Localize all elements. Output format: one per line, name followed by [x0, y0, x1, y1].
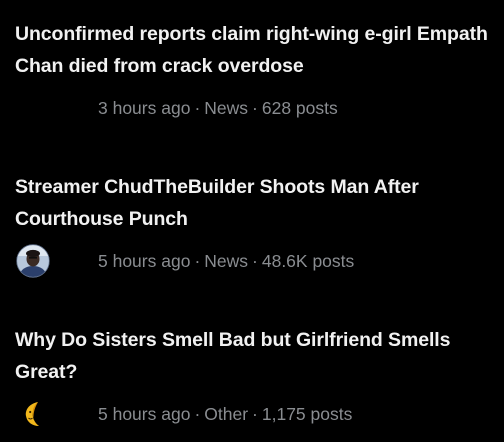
thread-meta-text: 5 hours ago · Other · 1,175 posts	[98, 402, 352, 426]
thread-item[interactable]: Unconfirmed reports claim right-wing e-g…	[0, 18, 504, 131]
thread-meta-text: 3 hours ago · News · 628 posts	[98, 96, 338, 120]
thread-post-count: 628 posts	[261, 98, 338, 118]
meta-separator: ·	[252, 98, 258, 118]
thread-title[interactable]: Why Do Sisters Smell Bad but Girlfriend …	[15, 324, 495, 388]
thread-category[interactable]: Other	[204, 404, 248, 424]
thread-item[interactable]: Why Do Sisters Smell Bad but Girlfriend …	[0, 324, 504, 437]
crescent-moon-icon[interactable]	[16, 397, 50, 431]
meta-separator: ·	[194, 98, 201, 118]
meta-separator: ·	[194, 404, 201, 424]
thread-meta: 5 hours ago · Other · 1,175 posts	[0, 397, 504, 437]
thread-post-count: 1,175 posts	[261, 404, 353, 424]
thread-title[interactable]: Streamer ChudTheBuilder Shoots Man After…	[15, 171, 495, 235]
thread-time: 5 hours ago	[98, 251, 191, 271]
thread-post-count: 48.6K posts	[261, 251, 355, 271]
thread-meta-text: 5 hours ago · News · 48.6K posts	[98, 249, 354, 273]
thread-meta: 5 hours ago · News · 48.6K posts	[0, 244, 504, 284]
thread-title[interactable]: Unconfirmed reports claim right-wing e-g…	[15, 18, 495, 82]
thread-time: 3 hours ago	[98, 98, 191, 118]
meta-separator: ·	[252, 404, 258, 424]
meta-separator: ·	[194, 251, 201, 271]
thread-category[interactable]: News	[204, 251, 248, 271]
person-avatar[interactable]	[16, 244, 50, 278]
meta-separator: ·	[252, 251, 258, 271]
thread-item[interactable]: Streamer ChudTheBuilder Shoots Man After…	[0, 171, 504, 284]
thread-feed: Unconfirmed reports claim right-wing e-g…	[0, 0, 504, 442]
thread-meta: 3 hours ago · News · 628 posts	[0, 91, 504, 131]
thread-time: 5 hours ago	[98, 404, 191, 424]
thread-category[interactable]: News	[204, 98, 248, 118]
